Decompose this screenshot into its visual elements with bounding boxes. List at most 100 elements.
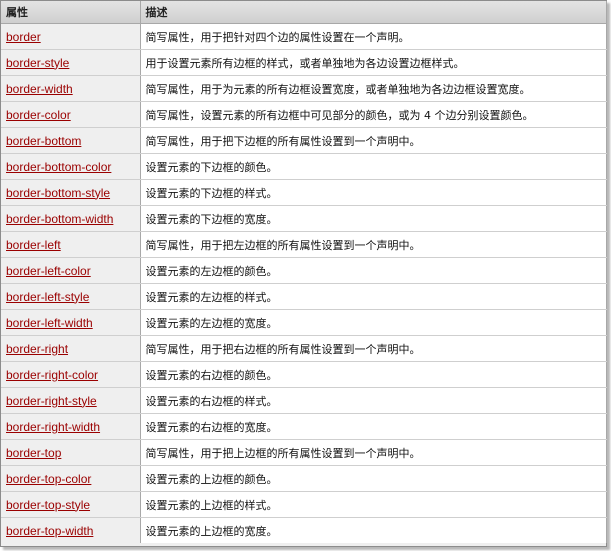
description-cell: 简写属性，用于为元素的所有边框设置宽度，或者单独地为各边边框设置宽度。	[140, 75, 607, 102]
property-cell: border-right-color	[1, 361, 141, 388]
description-cell: 简写属性，用于把针对四个边的属性设置在一个声明。	[140, 23, 607, 50]
property-link[interactable]: border	[6, 30, 41, 44]
property-cell: border-bottom-style	[1, 179, 141, 206]
property-link[interactable]: border-bottom-style	[6, 186, 110, 200]
header-description: 描述	[140, 1, 607, 24]
description-text: 简写属性，设置元素的所有边框中可见部分的颜色，或为 4 个边分别设置颜色。	[145, 108, 534, 122]
description-text: 简写属性，用于把上边框的所有属性设置到一个声明中。	[145, 446, 421, 460]
css-border-properties-table: 属性 描述 border 简写属性，用于把针对四个边的属性设置在一个声明。 bord…	[1, 1, 607, 543]
property-cell: border-bottom	[1, 127, 141, 154]
description-cell: 设置元素的下边框的宽度。	[140, 205, 607, 232]
table-row: border-bottom-style 设置元素的下边框的样式。	[1, 179, 607, 206]
property-link[interactable]: border-top-color	[6, 472, 91, 486]
property-link[interactable]: border-width	[6, 82, 73, 96]
description-cell: 设置元素的下边框的样式。	[140, 179, 607, 206]
table-row: border-left-style 设置元素的左边框的样式。	[1, 283, 607, 310]
table-row: border-bottom-width 设置元素的下边框的宽度。	[1, 205, 607, 232]
description-cell: 设置元素的左边框的宽度。	[140, 309, 607, 336]
property-cell: border-top-style	[1, 491, 141, 518]
table-row: border-width 简写属性，用于为元素的所有边框设置宽度，或者单独地为各边…	[1, 75, 607, 102]
description-cell: 设置元素的左边框的颜色。	[140, 257, 607, 284]
description-text: 设置元素的上边框的样式。	[145, 498, 278, 512]
property-table-frame: 属性 描述 border 简写属性，用于把针对四个边的属性设置在一个声明。 bord…	[0, 0, 607, 547]
description-cell: 设置元素的上边框的宽度。	[140, 517, 607, 543]
description-text: 设置元素的右边框的宽度。	[145, 420, 278, 434]
description-text: 设置元素的左边框的颜色。	[145, 264, 278, 278]
table-row: border-right-color 设置元素的右边框的颜色。	[1, 361, 607, 388]
description-cell: 简写属性，用于把左边框的所有属性设置到一个声明中。	[140, 231, 607, 258]
description-text: 设置元素的左边框的样式。	[145, 290, 278, 304]
description-cell: 设置元素的左边框的样式。	[140, 283, 607, 310]
property-link[interactable]: border-right	[6, 342, 68, 356]
table-row: border-right 简写属性，用于把右边框的所有属性设置到一个声明中。	[1, 335, 607, 362]
description-cell: 设置元素的右边框的宽度。	[140, 413, 607, 440]
description-cell: 简写属性，用于把下边框的所有属性设置到一个声明中。	[140, 127, 607, 154]
table-row: border-bottom-color 设置元素的下边框的颜色。	[1, 153, 607, 180]
property-link[interactable]: border-right-width	[6, 420, 100, 434]
property-cell: border-top-color	[1, 465, 141, 492]
description-cell: 简写属性，用于把上边框的所有属性设置到一个声明中。	[140, 439, 607, 466]
description-cell: 设置元素的右边框的颜色。	[140, 361, 607, 388]
description-text: 设置元素的上边框的颜色。	[145, 472, 278, 486]
property-cell: border-top	[1, 439, 141, 466]
property-link[interactable]: border-left-style	[6, 290, 89, 304]
property-link[interactable]: border-left-color	[6, 264, 91, 278]
property-cell: border-width	[1, 75, 141, 102]
property-cell: border-color	[1, 101, 141, 128]
property-link[interactable]: border-top-width	[6, 524, 93, 538]
property-link[interactable]: border-top-style	[6, 498, 90, 512]
property-cell: border	[1, 23, 141, 50]
property-cell: border-left-style	[1, 283, 141, 310]
table-row: border-right-style 设置元素的右边框的样式。	[1, 387, 607, 414]
header-property: 属性	[1, 1, 141, 24]
description-cell: 简写属性，用于把右边框的所有属性设置到一个声明中。	[140, 335, 607, 362]
table-row: border-left-width 设置元素的左边框的宽度。	[1, 309, 607, 336]
table-row: border-color 简写属性，设置元素的所有边框中可见部分的颜色，或为 4 …	[1, 101, 607, 128]
description-text: 简写属性，用于把右边框的所有属性设置到一个声明中。	[145, 342, 421, 356]
property-cell: border-right-style	[1, 387, 141, 414]
property-cell: border-right	[1, 335, 141, 362]
property-link[interactable]: border-top	[6, 446, 61, 460]
table-row: border-top 简写属性，用于把上边框的所有属性设置到一个声明中。	[1, 439, 607, 466]
table-row: border-bottom 简写属性，用于把下边框的所有属性设置到一个声明中。	[1, 127, 607, 154]
table-row: border-left 简写属性，用于把左边框的所有属性设置到一个声明中。	[1, 231, 607, 258]
property-link[interactable]: border-bottom-width	[6, 212, 113, 226]
description-text: 简写属性，用于把针对四个边的属性设置在一个声明。	[145, 30, 410, 44]
property-link[interactable]: border-right-style	[6, 394, 97, 408]
description-text: 用于设置元素所有边框的样式，或者单独地为各边设置边框样式。	[145, 56, 465, 70]
description-cell: 设置元素的下边框的颜色。	[140, 153, 607, 180]
property-cell: border-bottom-color	[1, 153, 141, 180]
table-row: border 简写属性，用于把针对四个边的属性设置在一个声明。	[1, 23, 607, 50]
table-row: border-left-color 设置元素的左边框的颜色。	[1, 257, 607, 284]
description-cell: 设置元素的上边框的颜色。	[140, 465, 607, 492]
description-text: 设置元素的左边框的宽度。	[145, 316, 278, 330]
property-link[interactable]: border-left	[6, 238, 61, 252]
table-body: border 简写属性，用于把针对四个边的属性设置在一个声明。 border-sty…	[1, 23, 607, 543]
table-header-row: 属性 描述	[1, 1, 607, 24]
property-cell: border-right-width	[1, 413, 141, 440]
property-cell: border-top-width	[1, 517, 141, 543]
description-cell: 用于设置元素所有边框的样式，或者单独地为各边设置边框样式。	[140, 49, 607, 76]
property-link[interactable]: border-left-width	[6, 316, 93, 330]
property-cell: border-left-color	[1, 257, 141, 284]
description-text: 设置元素的下边框的宽度。	[145, 212, 278, 226]
property-link[interactable]: border-right-color	[6, 368, 98, 382]
property-link[interactable]: border-bottom	[6, 134, 81, 148]
description-text: 简写属性，用于把下边框的所有属性设置到一个声明中。	[145, 134, 421, 148]
table-row: border-style 用于设置元素所有边框的样式，或者单独地为各边设置边框样式…	[1, 49, 607, 76]
description-text: 简写属性，用于把左边框的所有属性设置到一个声明中。	[145, 238, 421, 252]
property-cell: border-left-width	[1, 309, 141, 336]
description-cell: 简写属性，设置元素的所有边框中可见部分的颜色，或为 4 个边分别设置颜色。	[140, 101, 607, 128]
table-row: border-top-style 设置元素的上边框的样式。	[1, 491, 607, 518]
table-row: border-right-width 设置元素的右边框的宽度。	[1, 413, 607, 440]
table-row: border-top-color 设置元素的上边框的颜色。	[1, 465, 607, 492]
description-cell: 设置元素的右边框的样式。	[140, 387, 607, 414]
property-link[interactable]: border-bottom-color	[6, 160, 111, 174]
property-link[interactable]: border-color	[6, 108, 71, 122]
description-cell: 设置元素的上边框的样式。	[140, 491, 607, 518]
description-text: 设置元素的下边框的颜色。	[145, 160, 278, 174]
property-cell: border-bottom-width	[1, 205, 141, 232]
property-cell: border-left	[1, 231, 141, 258]
property-cell: border-style	[1, 49, 141, 76]
property-link[interactable]: border-style	[6, 56, 69, 70]
